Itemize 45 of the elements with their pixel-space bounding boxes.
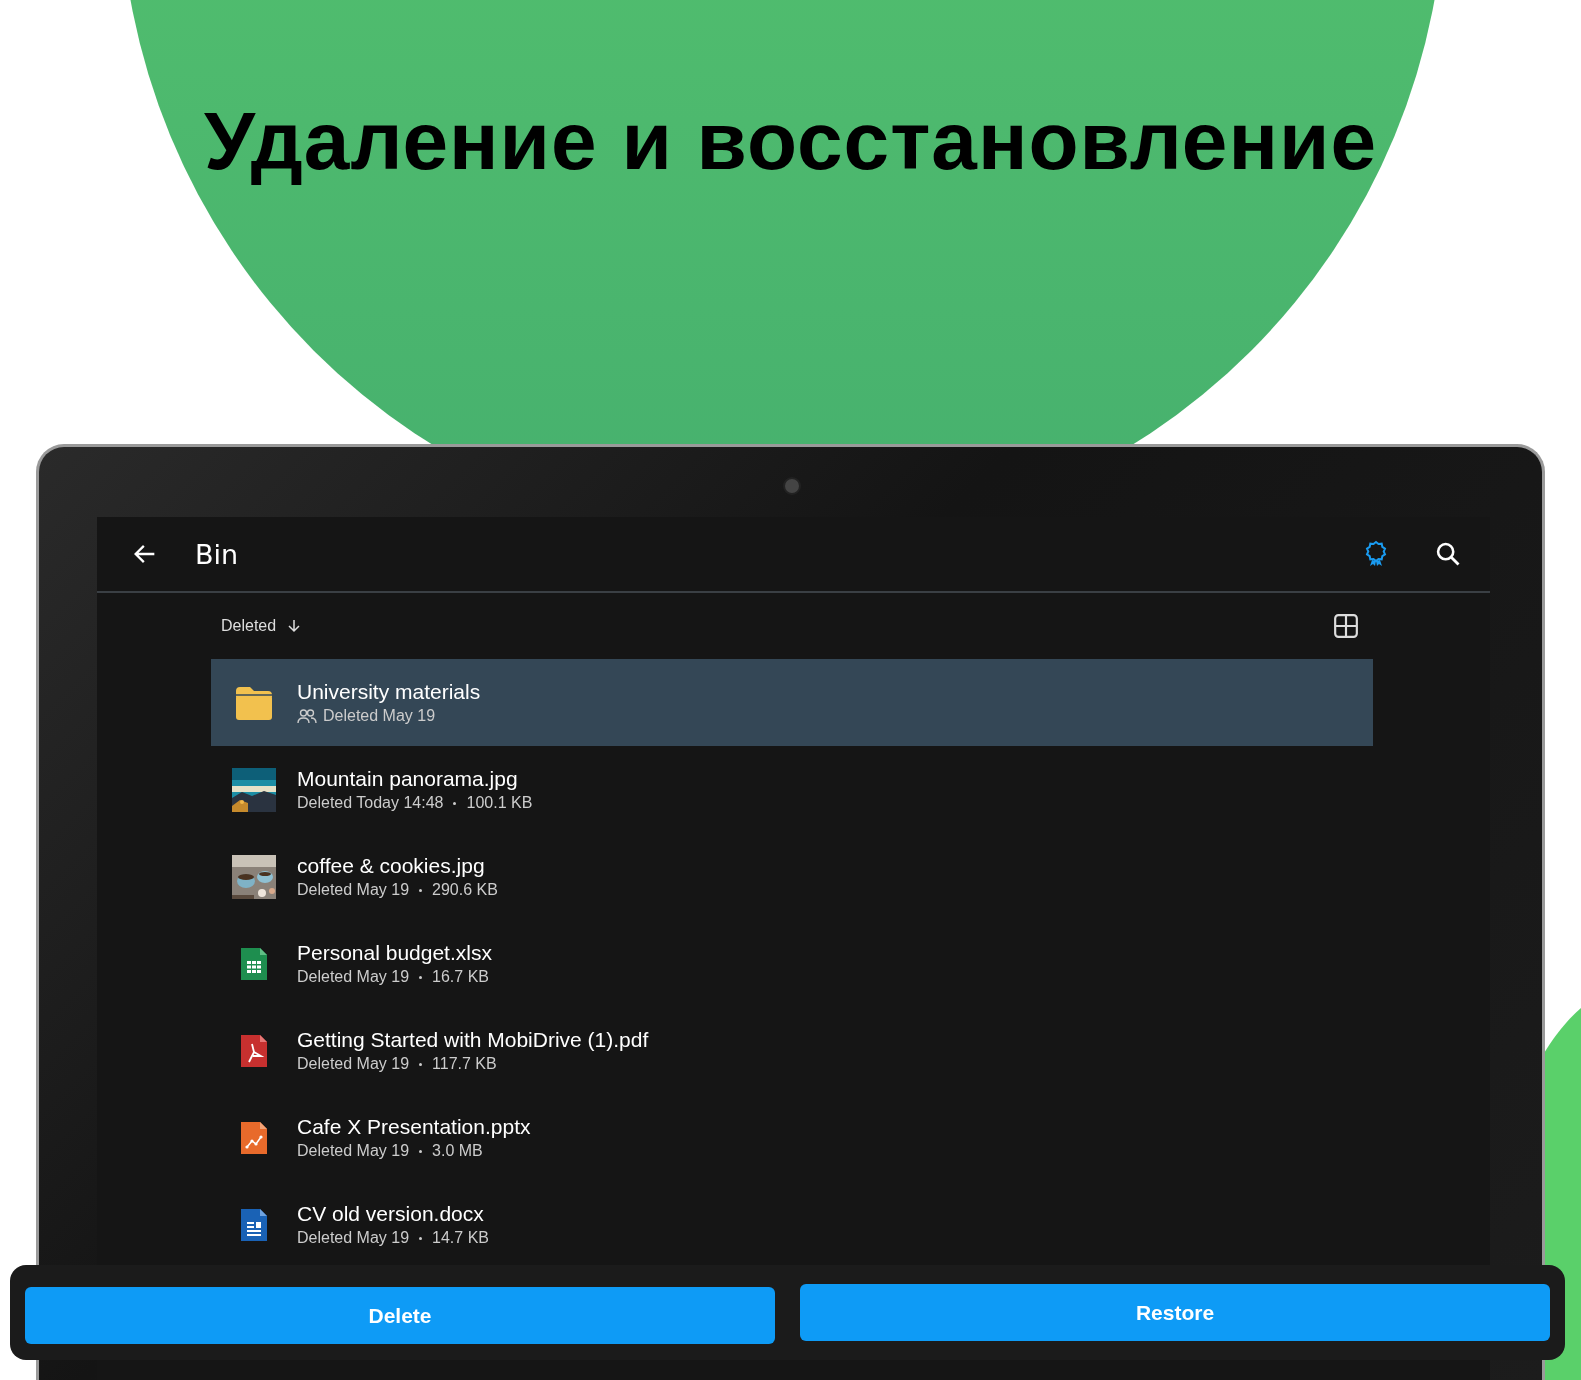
pdf-icon [239, 1032, 269, 1069]
separator-dot [419, 1062, 423, 1066]
file-row[interactable]: Cafe X Presentation.pptx Deleted May 19 3.0 MB [211, 1094, 1373, 1181]
file-name: coffee & cookies.jpg [297, 854, 486, 878]
deleted-date: Deleted May 19 [323, 707, 436, 725]
arrow-down-icon [286, 618, 303, 634]
sort-button[interactable]: Deleted [221, 617, 303, 635]
file-name: Mountain panorama.jpg [297, 767, 519, 791]
file-size: 3.0 MB [432, 1142, 483, 1160]
deleted-date: Deleted May 19 [297, 1055, 410, 1073]
separator-dot [419, 975, 423, 979]
file-row[interactable]: Getting Started with MobiDrive (1).pdf Deleted May 19 117.7 KB [211, 1007, 1373, 1094]
file-name: Personal budget.xlsx [297, 941, 492, 965]
file-name: Getting Started with MobiDrive (1).pdf [297, 1028, 649, 1052]
separator-dot [419, 888, 423, 892]
screen-title: Bin [195, 538, 239, 570]
file-name: University materials [297, 680, 481, 704]
file-size: 16.7 KB [432, 968, 489, 986]
camera-icon [783, 477, 801, 495]
file-row[interactable]: University materials Deleted May 19 [211, 659, 1373, 746]
deleted-date: Deleted May 19 [297, 1142, 410, 1160]
file-name: Cafe X Presentation.pptx [297, 1115, 531, 1139]
file-size: 14.7 KB [432, 1229, 489, 1247]
presentation-icon [239, 1119, 269, 1156]
spreadsheet-icon [239, 945, 269, 982]
search-icon[interactable] [1434, 540, 1462, 568]
document-icon [239, 1206, 269, 1243]
file-row[interactable]: Personal budget.xlsx Deleted May 19 16.7 KB [211, 920, 1373, 1007]
file-row[interactable]: coffee & cookies.jpg Deleted May 19 290.6 KB [211, 833, 1373, 920]
folder-icon [234, 684, 274, 721]
file-row[interactable]: CV old version.docx Deleted May 19 14.7 KB [211, 1181, 1373, 1268]
file-row[interactable]: Mountain panorama.jpg Deleted Today 14:48 100.1 KB [211, 746, 1373, 833]
deleted-date: Deleted Today 14:48 [297, 794, 444, 812]
file-size: 100.1 KB [466, 794, 533, 812]
file-size: 117.7 KB [432, 1055, 497, 1073]
file-size: 290.6 KB [432, 881, 498, 899]
deleted-date: Deleted May 19 [297, 1229, 410, 1247]
separator-dot [453, 801, 457, 805]
separator-dot [419, 1149, 423, 1153]
grid-view-icon[interactable] [1333, 613, 1359, 639]
award-icon[interactable] [1364, 540, 1388, 568]
deleted-date: Deleted May 19 [297, 968, 410, 986]
deleted-date: Deleted May 19 [297, 881, 410, 899]
file-name: CV old version.docx [297, 1202, 485, 1226]
separator-dot [419, 1236, 423, 1240]
